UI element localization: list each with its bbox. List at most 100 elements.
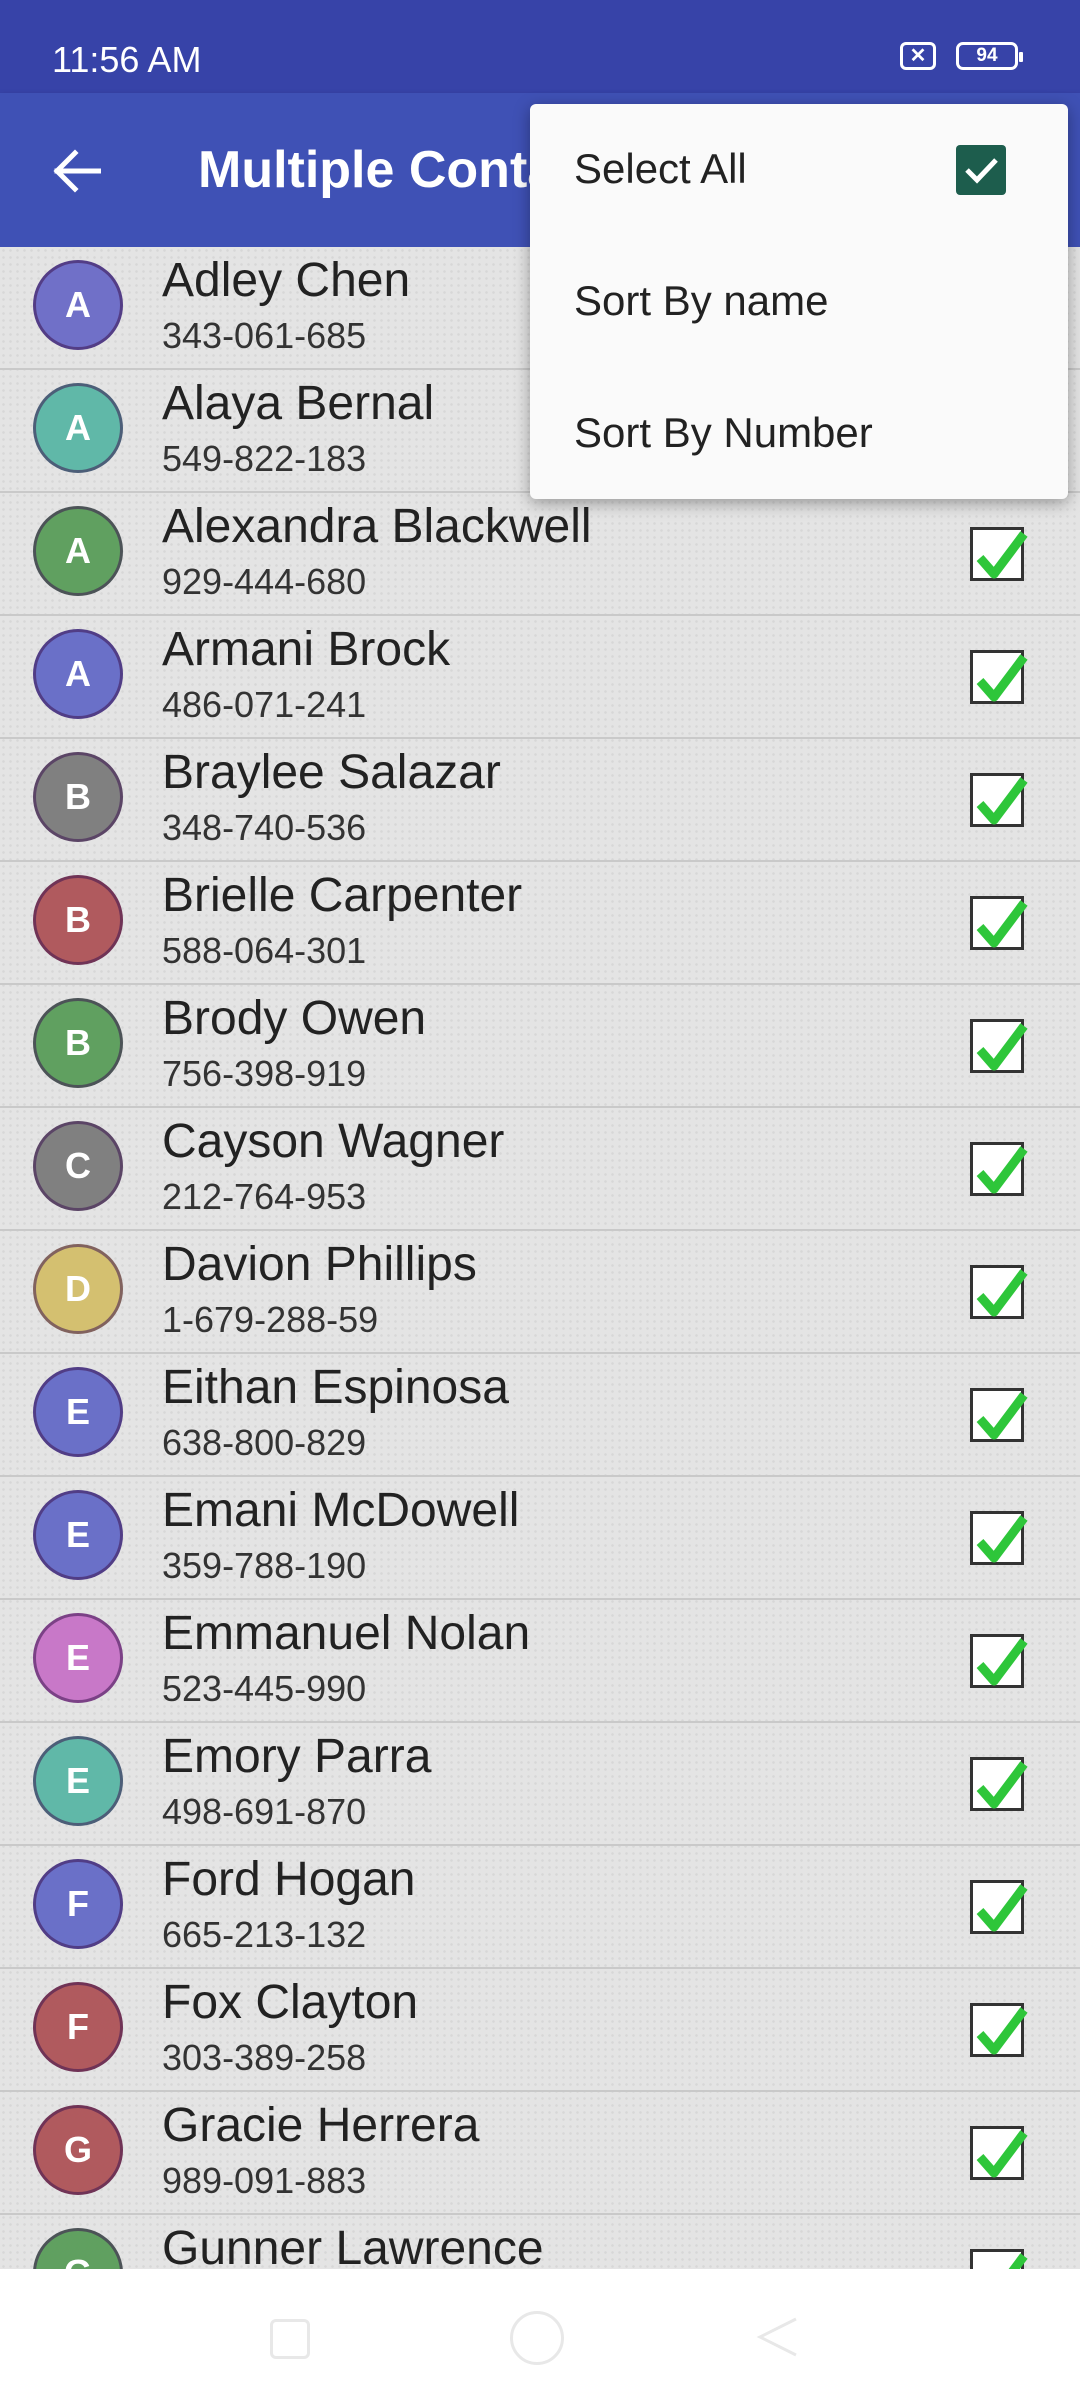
contact-row[interactable]: B Brody Owen 756-398-919: [0, 985, 1080, 1108]
contact-checkbox[interactable]: [970, 1019, 1028, 1073]
sim-x-icon: ✕: [900, 42, 936, 70]
contact-row[interactable]: F Fox Clayton 303-389-258: [0, 1969, 1080, 2092]
contact-row[interactable]: E Emani McDowell 359-788-190: [0, 1477, 1080, 1600]
contact-checkbox[interactable]: [970, 773, 1028, 827]
contact-checkbox[interactable]: [970, 1634, 1028, 1688]
avatar: F: [33, 1982, 123, 2072]
contact-checkbox[interactable]: [970, 1265, 1028, 1319]
checkmark-icon: [965, 158, 998, 184]
contact-row[interactable]: D Davion Phillips 1-679-288-59: [0, 1231, 1080, 1354]
contact-checkbox[interactable]: [970, 2249, 1028, 2269]
contact-row[interactable]: F Ford Hogan 665-213-132: [0, 1846, 1080, 1969]
checkmark-icon: [976, 1884, 1028, 1932]
contact-row[interactable]: E Emory Parra 498-691-870: [0, 1723, 1080, 1846]
contact-checkbox[interactable]: [970, 1880, 1028, 1934]
contact-row[interactable]: B Braylee Salazar 348-740-536: [0, 739, 1080, 862]
contact-number: 359-788-190: [162, 1545, 367, 1586]
contact-row[interactable]: B Brielle Carpenter 588-064-301: [0, 862, 1080, 985]
avatar: G: [33, 2228, 123, 2269]
checkmark-icon: [976, 1146, 1028, 1194]
contact-number: 303-389-258: [162, 2037, 367, 2078]
status-bar: 11:56 AM ✕ 94: [0, 0, 1080, 93]
contact-name: Braylee Salazar: [162, 746, 501, 799]
contact-number: 348-740-536: [162, 807, 367, 848]
contact-name: Emani McDowell: [162, 1484, 520, 1537]
avatar: C: [33, 1121, 123, 1211]
select-all-checkbox[interactable]: [956, 145, 1006, 195]
checkmark-icon: [976, 531, 1028, 579]
contact-checkbox[interactable]: [970, 2126, 1028, 2180]
contact-name: Gracie Herrera: [162, 2099, 480, 2152]
square-icon[interactable]: [270, 2319, 310, 2359]
contact-name: Alexandra Blackwell: [162, 500, 592, 553]
contact-checkbox[interactable]: [970, 896, 1028, 950]
contact-row[interactable]: A Alexandra Blackwell 929-444-680: [0, 493, 1080, 616]
avatar: E: [33, 1736, 123, 1826]
contact-name: Armani Brock: [162, 623, 451, 676]
contact-row[interactable]: A Armani Brock 486-071-241: [0, 616, 1080, 739]
contact-checkbox[interactable]: [970, 2003, 1028, 2057]
contact-number: 638-800-829: [162, 1422, 367, 1463]
avatar: B: [33, 875, 123, 965]
avatar: E: [33, 1613, 123, 1703]
menu-item-label: Select All: [574, 145, 747, 192]
checkmark-icon: [976, 1515, 1028, 1563]
avatar: E: [33, 1490, 123, 1580]
menu-item-label: Sort By Number: [574, 409, 873, 456]
contact-name: Cayson Wagner: [162, 1115, 505, 1168]
avatar: D: [33, 1244, 123, 1334]
contact-checkbox[interactable]: [970, 650, 1028, 704]
menu-item-sort-by-name[interactable]: Sort By name: [530, 234, 1068, 364]
contact-number: 523-445-990: [162, 1668, 367, 1709]
contact-checkbox[interactable]: [970, 1388, 1028, 1442]
contact-name: Ford Hogan: [162, 1853, 416, 1906]
contact-checkbox[interactable]: [970, 1511, 1028, 1565]
contact-checkbox[interactable]: [970, 1757, 1028, 1811]
status-time: 11:56 AM: [52, 39, 202, 80]
contact-name: Alaya Bernal: [162, 377, 435, 430]
contact-number: 756-398-919: [162, 1053, 367, 1094]
contact-row[interactable]: E Eithan Espinosa 638-800-829: [0, 1354, 1080, 1477]
avatar: B: [33, 998, 123, 1088]
back-button[interactable]: [36, 141, 116, 201]
avatar: F: [33, 1859, 123, 1949]
contact-name: Davion Phillips: [162, 1238, 477, 1291]
checkmark-icon: [976, 654, 1028, 702]
circle-home-icon[interactable]: [510, 2311, 564, 2365]
contact-number: 929-444-680: [162, 561, 367, 602]
contact-name: Brielle Carpenter: [162, 869, 523, 922]
avatar: A: [33, 629, 123, 719]
contact-checkbox[interactable]: [970, 527, 1028, 581]
contact-row[interactable]: C Cayson Wagner 212-764-953: [0, 1108, 1080, 1231]
checkmark-icon: [976, 1638, 1028, 1686]
checkmark-icon: [976, 900, 1028, 948]
checkmark-icon: [976, 1392, 1028, 1440]
contact-number: 665-213-132: [162, 1914, 367, 1955]
contact-row[interactable]: E Emmanuel Nolan 523-445-990: [0, 1600, 1080, 1723]
contact-row[interactable]: G Gunner Lawrence: [0, 2215, 1080, 2269]
navigation-bar: [0, 2269, 1080, 2400]
checkmark-icon: [976, 1761, 1028, 1809]
contact-name: Brody Owen: [162, 992, 427, 1045]
contact-list[interactable]: A Adley Chen 343-061-685 A Alaya Bernal 549-8…: [0, 247, 1080, 2269]
avatar: A: [33, 260, 123, 350]
checkmark-icon: [976, 1023, 1028, 1071]
menu-item-label: Sort By name: [574, 277, 829, 324]
contact-number: 549-822-183: [162, 438, 367, 479]
menu-item-select-all[interactable]: Select All: [530, 104, 1068, 234]
checkmark-icon: [1008, 2253, 1028, 2269]
avatar: A: [33, 383, 123, 473]
contact-number: 343-061-685: [162, 315, 367, 356]
avatar: E: [33, 1367, 123, 1457]
checkmark-icon: [976, 2130, 1028, 2178]
contact-checkbox[interactable]: [970, 1142, 1028, 1196]
battery-level: 94: [976, 45, 998, 66]
triangle-back-icon[interactable]: [756, 2315, 800, 2359]
contact-name: Emmanuel Nolan: [162, 1607, 531, 1660]
contact-row[interactable]: G Gracie Herrera 989-091-883: [0, 2092, 1080, 2215]
status-icons: ✕ 94: [900, 42, 1023, 70]
arrow-back-icon: [53, 149, 101, 193]
avatar: A: [33, 506, 123, 596]
contact-name: Gunner Lawrence: [162, 2222, 544, 2269]
menu-item-sort-by-number[interactable]: Sort By Number: [530, 366, 1068, 496]
